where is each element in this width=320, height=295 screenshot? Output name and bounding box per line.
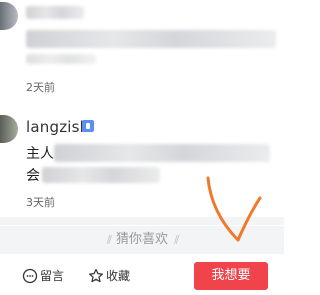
chat-bubble-icon <box>22 268 38 284</box>
comment-time: 3天前 <box>26 196 55 209</box>
comment-username[interactable]: langzisb <box>26 118 89 136</box>
favorite-button[interactable]: 收藏 <box>88 267 130 285</box>
star-outline-icon <box>89 268 103 283</box>
favorite-label: 收藏 <box>106 269 131 283</box>
vip-badge-icon <box>82 120 94 132</box>
comment-text-redacted <box>54 144 270 162</box>
avatar[interactable] <box>0 115 18 143</box>
annotation-arrow-icon <box>206 176 262 242</box>
bottom-action-bar: 留言 收藏 我想要 <box>0 258 284 295</box>
comment-text-redacted <box>26 30 276 48</box>
comment-button[interactable]: 留言 <box>22 267 64 285</box>
decor-slashes-icon: // <box>174 233 180 246</box>
guess-label: 猜你喜欢 <box>115 232 168 247</box>
comment-text-redacted <box>42 167 160 183</box>
comment-text-line: 主人 <box>26 146 54 162</box>
comment-time: 2天前 <box>26 81 55 94</box>
comment-label: 留言 <box>40 269 65 283</box>
want-button[interactable]: 我想要 <box>194 262 268 290</box>
username-redacted <box>26 6 84 19</box>
avatar[interactable] <box>0 2 18 30</box>
comment-item: 2天前 <box>0 0 284 95</box>
comment-text-redacted <box>26 54 96 64</box>
decor-slashes-icon: // <box>106 233 113 246</box>
comment-text-line: 会 <box>26 168 40 184</box>
